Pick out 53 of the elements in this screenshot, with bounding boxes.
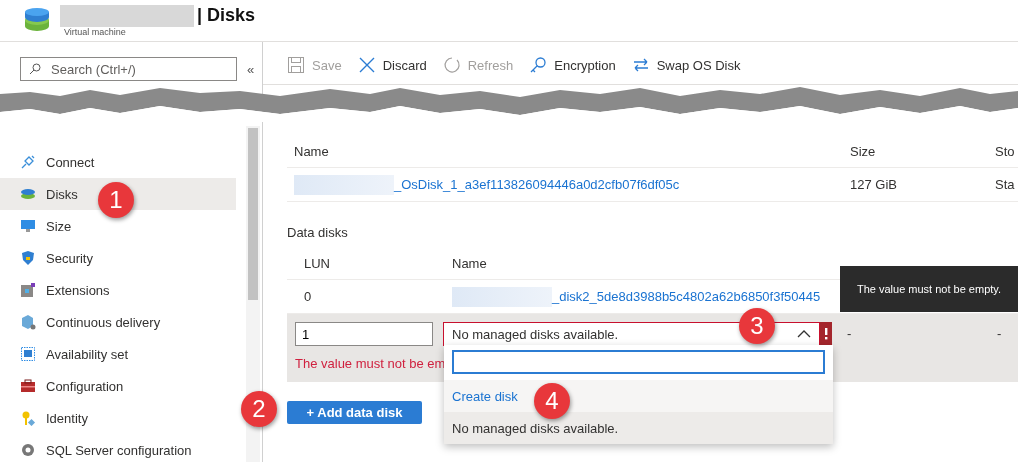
- lun-input-field[interactable]: 1: [295, 322, 433, 346]
- dropdown-search-field[interactable]: [452, 350, 825, 374]
- tooltip: The value must not be empty.: [840, 266, 1018, 312]
- column-header: Name: [452, 256, 488, 271]
- table-cell-text: 0: [303, 289, 313, 304]
- toolbar-button[interactable]: Swap OS Disk: [631, 54, 741, 76]
- caret-icon: [797, 330, 811, 338]
- save-icon: [287, 56, 305, 74]
- refresh-icon: [442, 56, 461, 74]
- sidebar-item[interactable]: Availability set: [0, 338, 236, 370]
- column-header: Size: [850, 144, 877, 159]
- table-cell-text: -: [997, 325, 1002, 341]
- toolbar-button[interactable]: Discard: [357, 54, 427, 76]
- sidebar-item[interactable]: Identity: [0, 402, 236, 434]
- disk-icon: [20, 186, 36, 202]
- disk-stack-icon: [24, 7, 50, 34]
- page-subtitle: Virtual machine: [64, 26, 127, 37]
- page-title: | Disks: [197, 5, 256, 26]
- sidebar-item[interactable]: Security: [0, 242, 236, 274]
- toolbox-icon: [20, 378, 36, 394]
- column-header: Name: [293, 144, 330, 159]
- table-cell-text: -: [846, 325, 853, 341]
- monitor-icon: [20, 218, 36, 234]
- column-header: LUN: [303, 256, 331, 271]
- disk-link[interactable]: _disk2_5de8d3988b5c4802a62b6850f3f50445: [552, 289, 821, 304]
- dropdown-option[interactable]: No managed disks available.: [444, 412, 833, 444]
- toolbar-button[interactable]: Encryption: [529, 54, 616, 76]
- create-disk-link[interactable]: Create disk: [452, 388, 518, 404]
- swap-arrows-icon: [631, 56, 650, 74]
- error-message: The value must not be em: [295, 356, 443, 371]
- close-icon: [357, 56, 376, 74]
- sidebar-item[interactable]: Configuration: [0, 370, 236, 402]
- collapse-button[interactable]: «: [245, 61, 257, 77]
- table-cell-text: 127 GiB: [850, 177, 898, 192]
- callout-badge: 3: [739, 308, 775, 344]
- sidebar-item[interactable]: Extensions: [0, 274, 236, 306]
- availability-icon: [20, 346, 36, 362]
- shield-icon: [20, 250, 36, 266]
- callout-badge: 2: [241, 391, 277, 427]
- column-header: Sto: [995, 144, 1016, 159]
- extensions-icon: [20, 282, 36, 298]
- search-icon: [29, 63, 41, 75]
- section-title: Data disks: [287, 225, 349, 240]
- cube-icon: [20, 314, 36, 330]
- search-field[interactable]: Search (Ctrl+/): [20, 57, 237, 81]
- add-data-disk-button[interactable]: + Add data disk: [287, 401, 422, 424]
- callout-badge: 1: [98, 182, 134, 218]
- sidebar-item[interactable]: Continuous delivery: [0, 306, 236, 338]
- plug-icon: [20, 154, 36, 170]
- sidebar-item[interactable]: SQL Server configuration: [0, 434, 236, 462]
- table-cell-text: Sta: [995, 177, 1016, 192]
- sidebar-item[interactable]: Connect: [0, 146, 236, 178]
- disk-link[interactable]: _OsDisk_1_a3ef113826094446a0d2cfb07f6df05c: [394, 177, 680, 192]
